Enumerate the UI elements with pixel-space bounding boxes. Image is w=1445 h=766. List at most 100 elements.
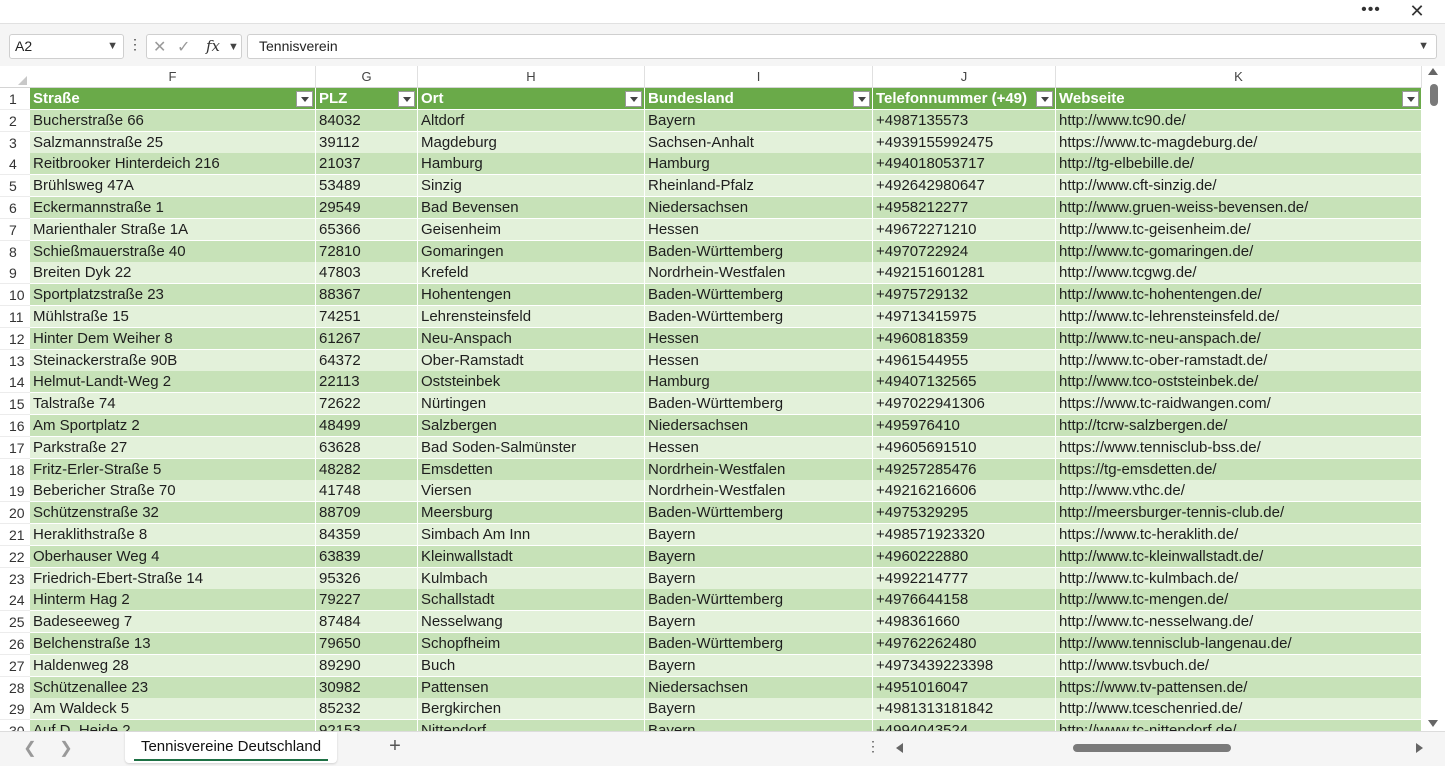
table-cell[interactable]: Nordrhein-Westfalen [645,458,873,481]
table-cell[interactable]: Hinter Dem Weiher 8 [30,327,316,350]
plus-icon[interactable]: + [384,735,406,758]
table-cell[interactable]: Baden-Württemberg [645,393,873,416]
table-cell[interactable]: 79227 [316,589,418,612]
horizontal-scrollbar[interactable] [893,740,1423,756]
vertical-dots-icon[interactable]: ⋮ [866,738,880,755]
table-cell[interactable]: Lehrensteinsfeld [418,306,645,328]
sheet-tab-active[interactable]: Tennisvereine Deutschland [125,732,337,763]
column-header-h[interactable]: H [418,66,645,88]
table-cell[interactable]: Eckermannstraße 1 [30,197,316,219]
next-sheet-icon[interactable]: ❯ [56,738,76,758]
table-cell[interactable]: Bebericher Straße 70 [30,480,316,503]
table-cell[interactable]: Bayern [645,524,873,546]
table-cell[interactable]: Bayern [645,567,873,590]
table-cell[interactable]: +4961544955 [873,349,1056,372]
table-cell[interactable]: +4992214777 [873,567,1056,590]
table-cell[interactable]: http://www.tc-neu-anspach.de/ [1056,327,1422,350]
table-cell[interactable]: http://www.tc-geisenheim.de/ [1056,218,1422,241]
table-cell[interactable]: Talstraße 74 [30,393,316,416]
filter-dropdown-icon[interactable] [296,91,313,107]
table-cell[interactable]: Bad Soden-Salmünster [418,436,645,459]
row-number[interactable]: 2 [0,109,30,132]
table-cell[interactable]: +49605691510 [873,436,1056,459]
row-number[interactable]: 14 [0,371,30,394]
table-cell[interactable]: http://www.tc-nittendorf.de/ [1056,720,1422,731]
table-cell[interactable]: https://tg-emsdetten.de/ [1056,458,1422,481]
spreadsheet-grid[interactable]: FGHIJK 1 Straße PLZ Ort Bundesland Telefonnum… [0,66,1422,731]
cancel-icon[interactable]: ✕ [153,37,166,57]
table-cell[interactable]: Nesselwang [418,611,645,634]
table-cell[interactable]: Reitbrooker Hinterdeich 216 [30,153,316,176]
table-cell[interactable]: Niedersachsen [645,415,873,437]
table-cell[interactable]: Schützenstraße 32 [30,502,316,525]
table-cell[interactable]: Am Sportplatz 2 [30,415,316,437]
table-cell[interactable]: Oberhauser Weg 4 [30,545,316,568]
table-cell[interactable]: Bayern [645,545,873,568]
table-cell[interactable]: Baden-Württemberg [645,284,873,307]
row-number[interactable]: 27 [0,654,30,677]
table-cell[interactable]: +4973439223398 [873,654,1056,677]
table-cell[interactable]: Viersen [418,480,645,503]
table-cell[interactable]: Bayern [645,109,873,132]
scroll-left-icon[interactable] [896,743,903,753]
table-cell[interactable]: http://www.tc-nesselwang.de/ [1056,611,1422,634]
header-cell[interactable]: Straße [30,88,316,110]
table-cell[interactable]: Pattensen [418,676,645,699]
table-cell[interactable]: +49672271210 [873,218,1056,241]
table-cell[interactable]: +4960818359 [873,327,1056,350]
vertical-scroll-thumb[interactable] [1430,84,1438,106]
table-cell[interactable]: 74251 [316,306,418,328]
row-number[interactable]: 7 [0,218,30,241]
table-cell[interactable]: +49257285476 [873,458,1056,481]
vertical-dots-icon[interactable]: ⋮ [128,36,142,53]
table-cell[interactable]: Friedrich-Ebert-Straße 14 [30,567,316,590]
vertical-scrollbar[interactable] [1424,66,1445,731]
table-cell[interactable]: http://www.tc-kleinwallstadt.de/ [1056,545,1422,568]
table-cell[interactable]: +4960222880 [873,545,1056,568]
table-cell[interactable]: 30982 [316,676,418,699]
row-number[interactable]: 22 [0,545,30,568]
column-header-g[interactable]: G [316,66,418,88]
row-number[interactable]: 5 [0,175,30,198]
close-icon[interactable]: ✕ [1403,0,1431,22]
table-cell[interactable]: Sachsen-Anhalt [645,131,873,154]
table-cell[interactable]: +49407132565 [873,371,1056,394]
table-cell[interactable]: Schießmauerstraße 40 [30,240,316,263]
table-cell[interactable]: Baden-Württemberg [645,502,873,525]
table-cell[interactable]: http://tg-elbebille.de/ [1056,153,1422,176]
row-number[interactable]: 23 [0,567,30,590]
row-number[interactable]: 16 [0,415,30,437]
row-number[interactable]: 19 [0,480,30,503]
table-cell[interactable]: 84032 [316,109,418,132]
table-cell[interactable]: 29549 [316,197,418,219]
table-cell[interactable]: Sportplatzstraße 23 [30,284,316,307]
table-cell[interactable]: http://www.tco-oststeinbek.de/ [1056,371,1422,394]
row-number[interactable]: 28 [0,676,30,699]
table-cell[interactable]: Buch [418,654,645,677]
table-cell[interactable]: +49762262480 [873,633,1056,655]
table-cell[interactable]: http://www.tc-ober-ramstadt.de/ [1056,349,1422,372]
column-header-j[interactable]: J [873,66,1056,88]
table-cell[interactable]: Hessen [645,349,873,372]
table-cell[interactable]: Hamburg [418,153,645,176]
horizontal-scroll-thumb[interactable] [1073,744,1231,752]
table-cell[interactable]: 22113 [316,371,418,394]
table-cell[interactable]: Kulmbach [418,567,645,590]
table-cell[interactable]: Haldenweg 28 [30,654,316,677]
column-header-i[interactable]: I [645,66,873,88]
formula-input[interactable]: Tennisverein ▼ [247,34,1437,59]
table-cell[interactable]: Oststeinbek [418,371,645,394]
select-all-corner[interactable] [0,66,30,88]
table-cell[interactable]: +4975729132 [873,284,1056,307]
table-cell[interactable]: Steinackerstraße 90B [30,349,316,372]
table-cell[interactable]: Nordrhein-Westfalen [645,262,873,285]
table-cell[interactable]: Badeseeweg 7 [30,611,316,634]
table-cell[interactable]: Baden-Württemberg [645,633,873,655]
table-cell[interactable]: 64372 [316,349,418,372]
table-cell[interactable]: 53489 [316,175,418,198]
table-cell[interactable]: http://www.tennisclub-langenau.de/ [1056,633,1422,655]
table-cell[interactable]: http://www.tc-mengen.de/ [1056,589,1422,612]
table-cell[interactable]: https://www.tc-heraklith.de/ [1056,524,1422,546]
table-cell[interactable]: Sinzig [418,175,645,198]
table-cell[interactable]: 48282 [316,458,418,481]
